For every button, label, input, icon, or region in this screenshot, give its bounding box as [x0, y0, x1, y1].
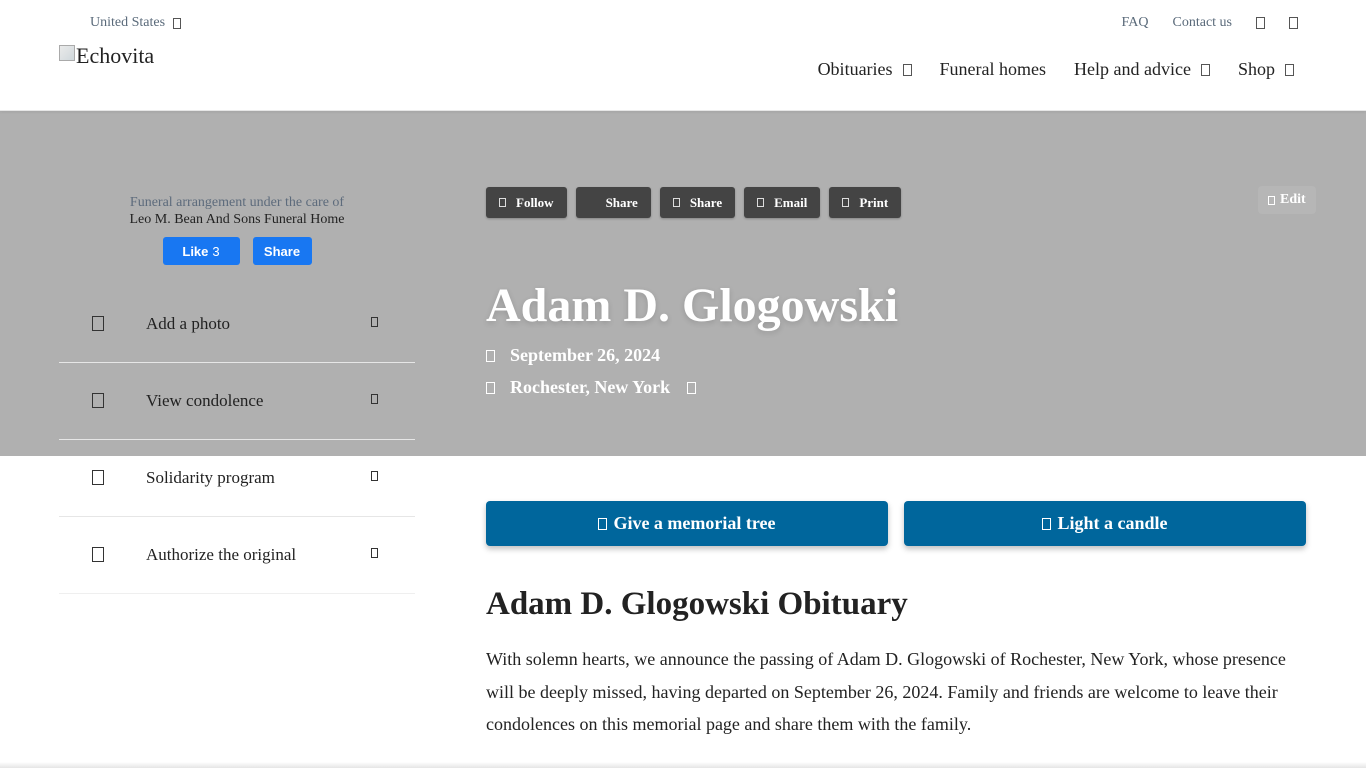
chevron-right-icon [371, 548, 378, 558]
nav-item-shop[interactable]: Shop [1238, 59, 1294, 80]
cart-icon[interactable] [1289, 17, 1298, 29]
chevron-down-icon [173, 17, 182, 29]
chevron-right-icon [371, 317, 378, 327]
chevron-down-icon [1200, 63, 1210, 76]
scroll-shadow [0, 762, 1366, 768]
external-link-icon[interactable] [687, 381, 697, 394]
follow-button[interactable]: Follow [486, 187, 567, 218]
email-button[interactable]: Email [744, 187, 821, 218]
facebook-share-action-button[interactable]: Share [575, 187, 651, 218]
obituary-actions: Follow Share Share Email Print [486, 187, 902, 218]
candle-icon [1042, 517, 1052, 530]
country-label: United States [90, 15, 166, 30]
sidebar-item-label: Add a photo [146, 314, 231, 333]
sidebar-item-authorize-original[interactable]: Authorize the original [59, 517, 415, 594]
print-button[interactable]: Print [829, 187, 902, 218]
nav-label: Help and advice [1074, 59, 1191, 79]
broken-image-icon [59, 45, 75, 61]
printer-icon [842, 198, 850, 207]
chevron-right-icon [371, 471, 378, 481]
country-selector[interactable]: United States [90, 15, 182, 31]
facebook-icon [588, 198, 596, 207]
sidebar-item-label: Solidarity program [146, 468, 275, 487]
share-label: Share [689, 194, 723, 210]
funeral-home-name[interactable]: Leo M. Bean And Sons Funeral Home [59, 212, 415, 228]
sidebar-item-add-photo[interactable]: Add a photo [59, 286, 415, 363]
email-label: Email [774, 194, 808, 210]
like-label: Like [182, 243, 209, 259]
print-label: Print [859, 194, 889, 210]
care-label: Funeral arrangement under the care of [129, 195, 345, 210]
deceased-name: Adam D. Glogowski [486, 279, 899, 332]
tree-label: Give a memorial tree [613, 513, 776, 533]
nav-item-obituaries[interactable]: Obituaries [818, 59, 912, 80]
obituary-paragraph: With solemn hearts, we announce the pass… [486, 649, 1286, 734]
utility-nav: FAQ Contact us [1122, 15, 1298, 31]
sidebar-item-label: Authorize the original [146, 545, 297, 564]
nav-item-funeral-homes[interactable]: Funeral homes [940, 59, 1046, 80]
nav-label: Funeral homes [939, 59, 1047, 79]
tribute-buttons: Give a memorial tree Light a candle [486, 501, 1306, 546]
nav-label: Shop [1237, 59, 1275, 79]
funeral-home-card: Funeral arrangement under the care of Le… [59, 195, 415, 265]
pencil-icon [1268, 195, 1275, 205]
like-count: 3 [212, 243, 220, 259]
facebook-like-button[interactable]: Like 3 [162, 237, 240, 265]
logo[interactable]: Echovita [59, 44, 154, 68]
site-header: United States Echovita FAQ Contact us Ob… [0, 0, 1366, 111]
light-candle-button[interactable]: Light a candle [904, 501, 1306, 546]
chevron-down-icon [902, 63, 912, 76]
location-pin-icon [486, 381, 495, 394]
facebook-buttons: Like 3 Share [59, 237, 415, 265]
edit-button[interactable]: Edit [1258, 186, 1316, 214]
user-icon[interactable] [1256, 17, 1265, 29]
camera-icon [92, 316, 104, 331]
location: Rochester, New York [486, 377, 697, 398]
chevron-right-icon [371, 394, 378, 404]
chevron-down-icon [1285, 63, 1294, 76]
share-label: Share [263, 243, 301, 259]
obituary-title: Adam D. Glogowski Obituary [486, 586, 908, 622]
share-icon [672, 198, 680, 207]
candle-label: Light a candle [1057, 513, 1168, 533]
faq-link[interactable]: FAQ [1122, 15, 1149, 31]
share-fb-label: Share [605, 194, 638, 210]
sidebar-actions: Add a photo View condolence Solidarity p… [59, 286, 415, 594]
heart-icon [92, 470, 104, 485]
death-date: September 26, 2024 [486, 345, 660, 366]
location-text[interactable]: Rochester, New York [510, 377, 670, 398]
sidebar-item-view-condolence[interactable]: View condolence [59, 363, 415, 440]
facebook-share-button[interactable]: Share [252, 237, 312, 265]
tree-icon [598, 517, 608, 530]
envelope-icon [757, 198, 765, 207]
document-icon [92, 547, 104, 562]
sidebar-item-label: View condolence [146, 391, 264, 410]
sidebar-item-solidarity-program[interactable]: Solidarity program [59, 440, 415, 517]
bell-icon [499, 198, 506, 207]
edit-label: Edit [1280, 192, 1306, 207]
calendar-icon [486, 349, 495, 362]
contact-link[interactable]: Contact us [1173, 15, 1233, 31]
message-icon [92, 393, 104, 408]
nav-item-help-and-advice[interactable]: Help and advice [1074, 59, 1210, 80]
main-nav: Obituaries Funeral homes Help and advice… [818, 59, 1294, 80]
memorial-tree-button[interactable]: Give a memorial tree [486, 501, 888, 546]
logo-alt-text: Echovita [76, 43, 155, 68]
share-button[interactable]: Share [659, 187, 736, 218]
nav-label: Obituaries [817, 59, 893, 79]
death-date-text: September 26, 2024 [510, 345, 661, 365]
follow-label: Follow [516, 194, 554, 210]
